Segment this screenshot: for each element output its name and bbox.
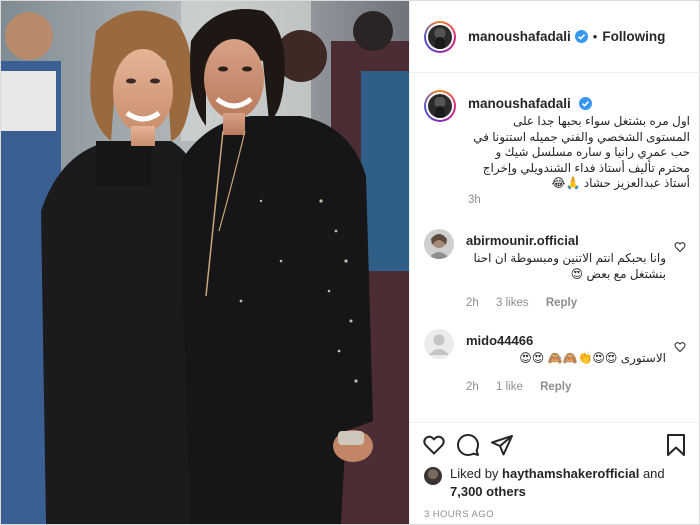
- comment-meta: 2h 1 like Reply: [466, 381, 585, 393]
- verified-icon: [578, 97, 592, 110]
- comment-text: وانا بحبكم انتم الاتنين ومبسوطة ان احنا …: [473, 251, 666, 281]
- commenter-avatar[interactable]: [424, 229, 454, 259]
- comment-username[interactable]: mido44466: [466, 333, 533, 348]
- comment-time: 2h: [466, 381, 479, 393]
- post-photo[interactable]: [1, 1, 409, 524]
- comment-text: الاستورى 😍😍👏🙈🙈 😍😍: [519, 351, 666, 365]
- heart-icon[interactable]: [422, 433, 446, 457]
- caption-time: 3h: [468, 194, 481, 206]
- reply-button[interactable]: Reply: [546, 297, 577, 309]
- following-button[interactable]: Following: [602, 29, 665, 44]
- bookmark-icon[interactable]: [664, 433, 688, 457]
- action-icons: [422, 433, 688, 459]
- comment-icon[interactable]: [456, 433, 480, 457]
- post-side-panel: manoushafadali • Following manoushafadal…: [409, 1, 700, 524]
- liker-username[interactable]: haythamshakerofficial: [502, 466, 639, 481]
- author-avatar[interactable]: [424, 20, 456, 53]
- caption-username[interactable]: manoushafadali: [468, 96, 592, 111]
- author-username[interactable]: manoushafadali: [468, 29, 571, 44]
- small-heart-icon[interactable]: [674, 341, 686, 353]
- likes-others-link[interactable]: 7,300 others: [450, 484, 526, 499]
- photo-illustration: [1, 1, 409, 524]
- comment-username[interactable]: abirmounir.official: [466, 233, 579, 248]
- liker-avatar[interactable]: [424, 467, 442, 485]
- comment-meta: 2h 3 likes Reply: [466, 297, 591, 309]
- post-header: manoushafadali • Following: [410, 1, 700, 73]
- caption-text: اول مره بشتغل سواء بحبها جدا على المستوى…: [473, 114, 690, 190]
- reply-button[interactable]: Reply: [540, 381, 571, 393]
- likes-text: Liked by haythamshakerofficial and 7,300…: [450, 466, 665, 499]
- comments-section[interactable]: manoushafadali اول مره بشتغل سواء بحبها …: [410, 74, 700, 421]
- verified-icon: [574, 30, 588, 43]
- post-actions: Liked by haythamshakerofficial and 7,300…: [410, 422, 700, 524]
- share-icon[interactable]: [490, 433, 514, 457]
- comment-likes[interactable]: 3 likes: [496, 297, 529, 309]
- caption-avatar[interactable]: [424, 90, 456, 122]
- post-timestamp: 3 hours ago: [424, 509, 494, 520]
- comment-time: 2h: [466, 297, 479, 309]
- commenter-avatar[interactable]: [424, 329, 454, 359]
- header-separator: •: [592, 29, 598, 44]
- small-heart-icon[interactable]: [674, 241, 686, 253]
- comment-likes[interactable]: 1 like: [496, 381, 523, 393]
- instagram-post: manoushafadali • Following manoushafadal…: [0, 0, 700, 525]
